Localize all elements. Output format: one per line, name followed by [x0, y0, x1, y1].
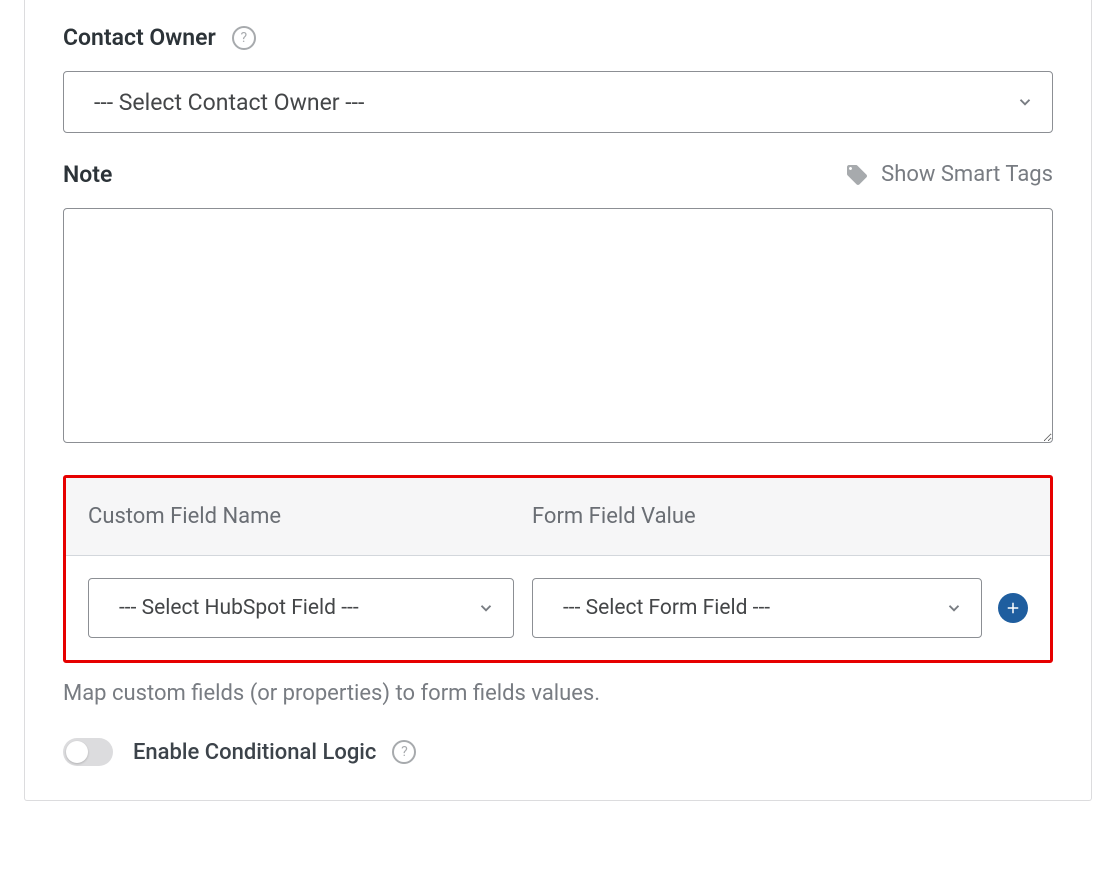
toggle-knob	[66, 741, 88, 763]
chevron-down-icon	[477, 599, 495, 617]
note-field-group: Note Show Smart Tags	[63, 161, 1053, 447]
contact-owner-selected-value: --- Select Contact Owner ---	[94, 89, 364, 116]
form-field-select[interactable]: --- Select Form Field ---	[532, 578, 982, 638]
chevron-down-icon	[945, 599, 963, 617]
conditional-logic-label: Enable Conditional Logic ?	[133, 740, 416, 765]
note-label-text: Note	[63, 161, 112, 188]
tag-icon	[845, 163, 869, 187]
custom-fields-row: --- Select HubSpot Field --- --- Select …	[66, 556, 1050, 660]
custom-fields-help-text: Map custom fields (or properties) to for…	[63, 681, 1053, 706]
chevron-down-icon	[1016, 93, 1034, 111]
show-smart-tags-link[interactable]: Show Smart Tags	[845, 162, 1053, 187]
custom-fields-header: Custom Field Name Form Field Value	[66, 478, 1050, 556]
conditional-logic-label-text: Enable Conditional Logic	[133, 740, 376, 765]
custom-fields-mapping-box: Custom Field Name Form Field Value --- S…	[63, 475, 1053, 663]
hubspot-field-selected: --- Select HubSpot Field ---	[119, 596, 359, 620]
contact-owner-label-text: Contact Owner	[63, 24, 216, 51]
conditional-logic-row: Enable Conditional Logic ?	[63, 738, 1053, 766]
contact-owner-label: Contact Owner ?	[63, 24, 1053, 51]
hubspot-field-select[interactable]: --- Select HubSpot Field ---	[88, 578, 514, 638]
custom-field-name-header: Custom Field Name	[88, 504, 532, 529]
plus-icon	[1004, 599, 1022, 617]
note-label: Note	[63, 161, 112, 188]
note-textarea[interactable]	[63, 208, 1053, 443]
contact-owner-select[interactable]: --- Select Contact Owner ---	[63, 71, 1053, 133]
contact-owner-field-group: Contact Owner ? --- Select Contact Owner…	[63, 24, 1053, 133]
help-icon[interactable]: ?	[392, 740, 416, 764]
note-label-row: Note Show Smart Tags	[63, 161, 1053, 188]
form-field-value-header: Form Field Value	[532, 504, 696, 529]
show-smart-tags-label: Show Smart Tags	[881, 162, 1053, 187]
form-field-selected: --- Select Form Field ---	[563, 596, 770, 620]
add-mapping-button[interactable]	[998, 593, 1028, 623]
form-settings-card: Contact Owner ? --- Select Contact Owner…	[24, 0, 1092, 801]
help-icon[interactable]: ?	[232, 26, 256, 50]
conditional-logic-toggle[interactable]	[63, 738, 113, 766]
